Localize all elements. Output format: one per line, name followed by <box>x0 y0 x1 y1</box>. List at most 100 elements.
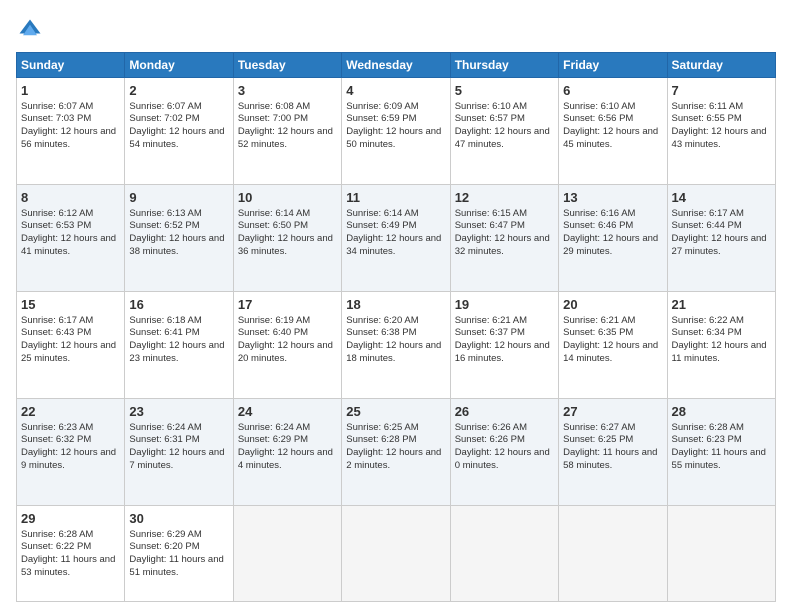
col-header-thursday: Thursday <box>450 53 558 78</box>
day-cell-6: 6Sunrise: 6:10 AMSunset: 6:56 PMDaylight… <box>559 78 667 185</box>
sunset-label: Sunset: 6:28 PM <box>346 434 416 445</box>
sunrise-label: Sunrise: 6:23 AM <box>21 422 93 433</box>
header <box>16 16 776 44</box>
sunrise-label: Sunrise: 6:07 AM <box>21 101 93 112</box>
day-cell-18: 18Sunrise: 6:20 AMSunset: 6:38 PMDayligh… <box>342 292 450 399</box>
day-cell-empty <box>233 506 341 602</box>
daylight-label: Daylight: 12 hours and 11 minutes. <box>672 340 767 364</box>
logo-icon <box>16 16 44 44</box>
sunrise-label: Sunrise: 6:25 AM <box>346 422 418 433</box>
sunrise-label: Sunrise: 6:10 AM <box>455 101 527 112</box>
day-cell-25: 25Sunrise: 6:25 AMSunset: 6:28 PM Dayligh… <box>342 399 450 506</box>
sunrise-label: Sunrise: 6:09 AM <box>346 101 418 112</box>
day-number: 17 <box>238 296 337 314</box>
daylight-label: Daylight: 12 hours and 20 minutes. <box>238 340 333 364</box>
daylight-label: Daylight: 12 hours and 54 minutes. <box>129 126 224 150</box>
daylight-label: Daylight: 12 hours and 52 minutes. <box>238 126 333 150</box>
sunset-label: Sunset: 6:40 PM <box>238 327 308 338</box>
sunset-label: Sunset: 6:23 PM <box>672 434 742 445</box>
sunset-label: Sunset: 7:03 PM <box>21 113 91 124</box>
sunrise-label: Sunrise: 6:11 AM <box>672 101 744 112</box>
sunrise-label: Sunrise: 6:14 AM <box>346 208 418 219</box>
sunset-label: Sunset: 6:56 PM <box>563 113 633 124</box>
daylight-label: Daylight: 12 hours and 41 minutes. <box>21 233 116 257</box>
sunrise-label: Sunrise: 6:07 AM <box>129 101 201 112</box>
day-cell-8: 8Sunrise: 6:12 AMSunset: 6:53 PMDaylight… <box>17 185 125 292</box>
day-number: 5 <box>455 82 554 100</box>
sunrise-label: Sunrise: 6:26 AM <box>455 422 527 433</box>
week-row-4: 29Sunrise: 6:28 AMSunset: 6:22 PMDayligh… <box>17 506 776 602</box>
week-row-0: 1Sunrise: 6:07 AMSunset: 7:03 PMDaylight… <box>17 78 776 185</box>
sunrise-label: Sunrise: 6:29 AM <box>129 529 201 540</box>
daylight-label: Daylight: 11 hours and 53 minutes. <box>21 554 115 578</box>
day-cell-21: 21Sunrise: 6:22 AMSunset: 6:34 PMDayligh… <box>667 292 775 399</box>
day-cell-13: 13Sunrise: 6:16 AMSunset: 6:46 PMDayligh… <box>559 185 667 292</box>
day-cell-11: 11Sunrise: 6:14 AMSunset: 6:49 PMDayligh… <box>342 185 450 292</box>
day-cell-7: 7Sunrise: 6:11 AMSunset: 6:55 PM Daylight… <box>667 78 775 185</box>
day-number: 1 <box>21 82 120 100</box>
sunset-label: Sunset: 6:31 PM <box>129 434 199 445</box>
daylight-label: Daylight: 11 hours and 58 minutes. <box>563 447 657 471</box>
daylight-label: Daylight: 11 hours and 51 minutes. <box>129 554 223 578</box>
sunset-label: Sunset: 6:41 PM <box>129 327 199 338</box>
daylight-label: Daylight: 12 hours and 50 minutes. <box>346 126 441 150</box>
sunset-label: Sunset: 6:47 PM <box>455 220 525 231</box>
sunset-label: Sunset: 6:25 PM <box>563 434 633 445</box>
day-cell-5: 5Sunrise: 6:10 AMSunset: 6:57 PM Daylight… <box>450 78 558 185</box>
daylight-label: Daylight: 12 hours and 9 minutes. <box>21 447 116 471</box>
day-number: 2 <box>129 82 228 100</box>
day-cell-22: 22Sunrise: 6:23 AMSunset: 6:32 PMDayligh… <box>17 399 125 506</box>
day-number: 18 <box>346 296 445 314</box>
day-number: 19 <box>455 296 554 314</box>
daylight-label: Daylight: 12 hours and 27 minutes. <box>672 233 767 257</box>
logo <box>16 16 48 44</box>
day-cell-empty <box>667 506 775 602</box>
sunset-label: Sunset: 6:44 PM <box>672 220 742 231</box>
day-number: 30 <box>129 510 228 528</box>
daylight-label: Daylight: 12 hours and 0 minutes. <box>455 447 550 471</box>
daylight-label: Daylight: 12 hours and 43 minutes. <box>672 126 767 150</box>
sunset-label: Sunset: 7:00 PM <box>238 113 308 124</box>
daylight-label: Daylight: 11 hours and 55 minutes. <box>672 447 766 471</box>
sunrise-label: Sunrise: 6:15 AM <box>455 208 527 219</box>
sunset-label: Sunset: 6:52 PM <box>129 220 199 231</box>
sunrise-label: Sunrise: 6:16 AM <box>563 208 635 219</box>
daylight-label: Daylight: 12 hours and 25 minutes. <box>21 340 116 364</box>
sunrise-label: Sunrise: 6:19 AM <box>238 315 310 326</box>
day-cell-20: 20Sunrise: 6:21 AMSunset: 6:35 PMDayligh… <box>559 292 667 399</box>
sunrise-label: Sunrise: 6:24 AM <box>238 422 310 433</box>
daylight-label: Daylight: 12 hours and 47 minutes. <box>455 126 550 150</box>
day-cell-26: 26Sunrise: 6:26 AMSunset: 6:26 PMDayligh… <box>450 399 558 506</box>
day-cell-19: 19Sunrise: 6:21 AMSunset: 6:37 PMDayligh… <box>450 292 558 399</box>
day-number: 6 <box>563 82 662 100</box>
sunset-label: Sunset: 6:35 PM <box>563 327 633 338</box>
daylight-label: Daylight: 12 hours and 56 minutes. <box>21 126 116 150</box>
daylight-label: Daylight: 12 hours and 7 minutes. <box>129 447 224 471</box>
day-cell-empty <box>342 506 450 602</box>
sunset-label: Sunset: 6:26 PM <box>455 434 525 445</box>
day-number: 14 <box>672 189 771 207</box>
sunrise-label: Sunrise: 6:24 AM <box>129 422 201 433</box>
daylight-label: Daylight: 12 hours and 2 minutes. <box>346 447 441 471</box>
sunrise-label: Sunrise: 6:17 AM <box>21 315 93 326</box>
sunset-label: Sunset: 6:32 PM <box>21 434 91 445</box>
col-header-saturday: Saturday <box>667 53 775 78</box>
daylight-label: Daylight: 12 hours and 38 minutes. <box>129 233 224 257</box>
sunset-label: Sunset: 6:37 PM <box>455 327 525 338</box>
day-number: 25 <box>346 403 445 421</box>
sunrise-label: Sunrise: 6:28 AM <box>672 422 744 433</box>
sunset-label: Sunset: 6:55 PM <box>672 113 742 124</box>
sunset-label: Sunset: 6:20 PM <box>129 541 199 552</box>
sunset-label: Sunset: 6:22 PM <box>21 541 91 552</box>
col-header-friday: Friday <box>559 53 667 78</box>
day-cell-4: 4Sunrise: 6:09 AMSunset: 6:59 PMDaylight… <box>342 78 450 185</box>
day-number: 7 <box>672 82 771 100</box>
sunset-label: Sunset: 6:29 PM <box>238 434 308 445</box>
day-cell-15: 15Sunrise: 6:17 AMSunset: 6:43 PMDayligh… <box>17 292 125 399</box>
day-cell-3: 3Sunrise: 6:08 AMSunset: 7:00 PMDaylight… <box>233 78 341 185</box>
day-number: 3 <box>238 82 337 100</box>
sunset-label: Sunset: 6:57 PM <box>455 113 525 124</box>
calendar-table: SundayMondayTuesdayWednesdayThursdayFrid… <box>16 52 776 602</box>
day-cell-empty <box>450 506 558 602</box>
sunset-label: Sunset: 6:43 PM <box>21 327 91 338</box>
